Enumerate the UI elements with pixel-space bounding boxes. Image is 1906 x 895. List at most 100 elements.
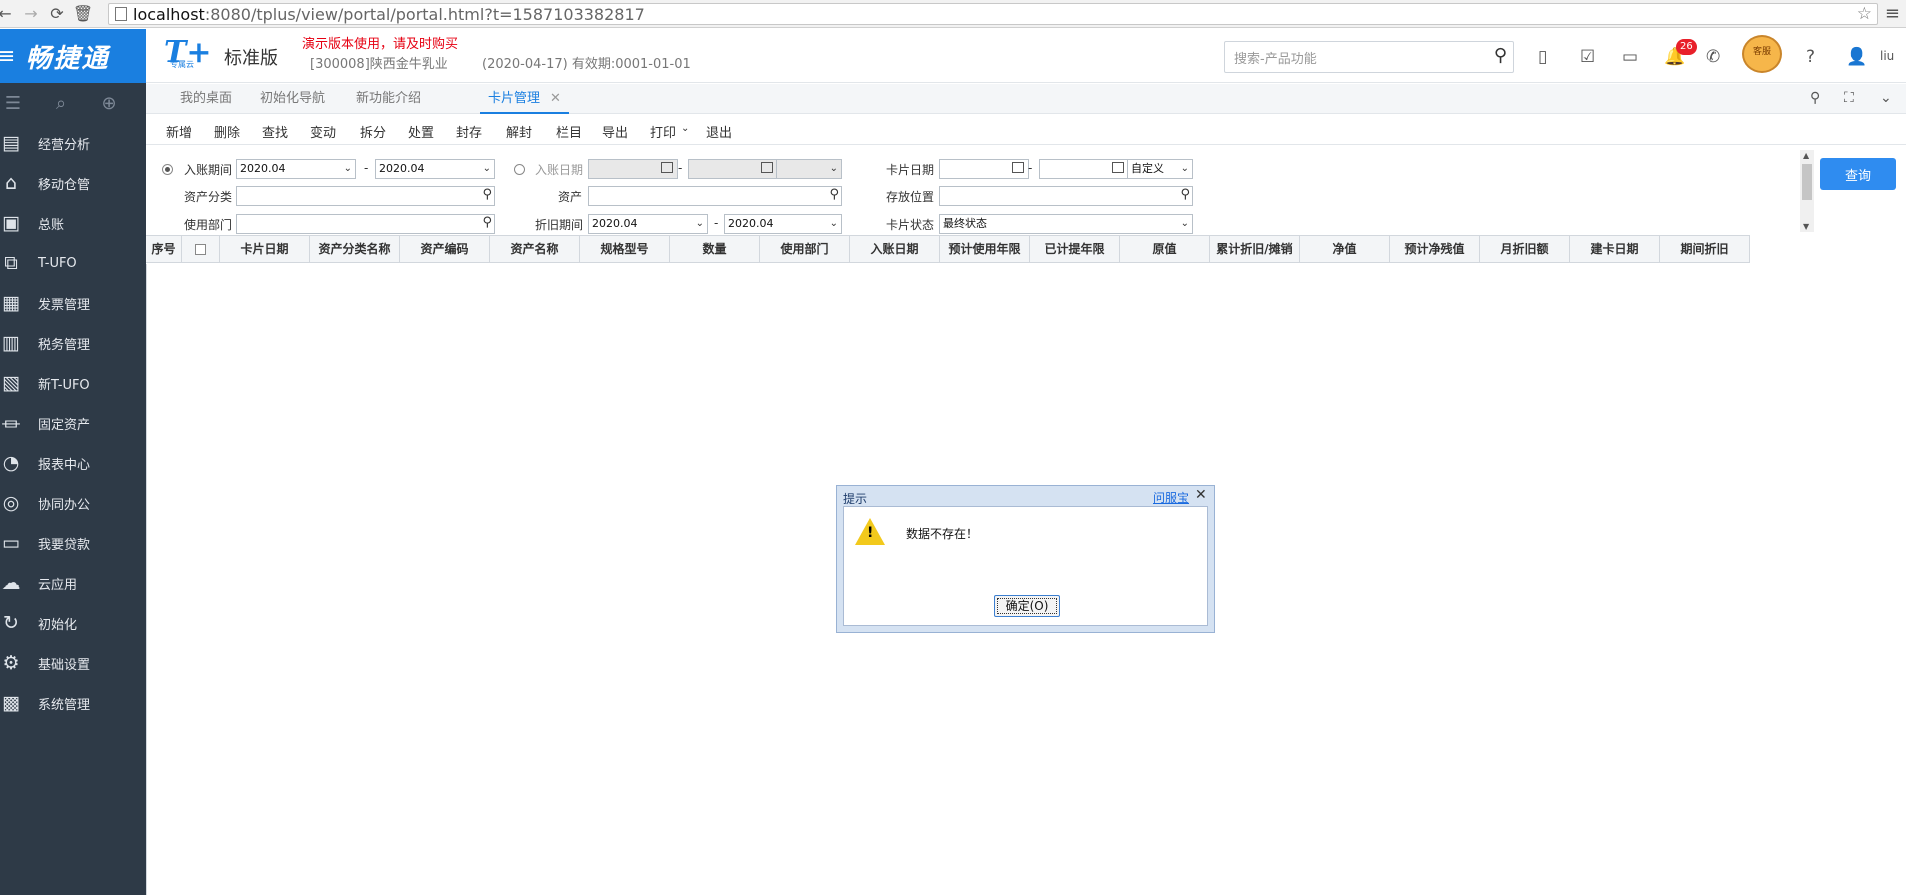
trash-icon[interactable]: 🗑 [70, 0, 96, 28]
calendar-icon[interactable] [1012, 162, 1024, 173]
column-header[interactable]: 已计提年限 [1030, 236, 1120, 262]
hamburger-icon[interactable]: ≡ [0, 44, 15, 69]
toolbar-button[interactable]: 删除 [214, 122, 240, 141]
query-button[interactable]: 查询 [1820, 158, 1896, 190]
close-icon[interactable]: ✕ [1195, 487, 1207, 503]
search-doc-icon[interactable]: ⌕ [48, 93, 74, 114]
ok-button[interactable]: 确定(O) [994, 595, 1060, 617]
sidebar-item[interactable]: ◔ 报表中心 [0, 443, 146, 483]
column-header[interactable]: 累计折旧/摊销 [1210, 236, 1300, 262]
lookup-icon[interactable]: ⚲ [482, 186, 492, 204]
sidebar-item[interactable]: ⏛ 固定资产 [0, 403, 146, 443]
asset-input[interactable]: ⚲ [588, 186, 842, 206]
sidebar-item[interactable]: ▧ 新T-UFO [0, 363, 146, 403]
product-search-input[interactable]: 搜索-产品功能 ⚲ [1224, 41, 1514, 73]
lookup-icon[interactable]: ⚲ [482, 214, 492, 232]
calendar-icon[interactable] [761, 162, 773, 173]
column-header[interactable]: 月折旧额 [1480, 236, 1570, 262]
toolbar-button[interactable]: 栏目 [556, 122, 582, 141]
entry-date-mode-select[interactable]: ⌄ [776, 159, 842, 179]
column-header[interactable]: 规格型号 [580, 236, 670, 262]
customer-service-avatar[interactable]: 客服 [1742, 35, 1782, 73]
sidebar-item[interactable]: ▦ 发票管理 [0, 283, 146, 323]
sidebar-item[interactable]: ⌂ 移动仓管 [0, 163, 146, 203]
browser-menu-icon[interactable]: ≡ [1885, 3, 1900, 24]
reload-icon[interactable]: ⟳ [44, 0, 70, 28]
bookmark-star-icon[interactable]: ☆ [1857, 4, 1872, 24]
add-doc-icon[interactable]: ⊕ [96, 93, 122, 114]
department-input[interactable]: ⚲ [236, 214, 495, 234]
checklist-icon[interactable]: ☑ [1580, 47, 1595, 67]
sidebar-item[interactable]: ⧉ T-UFO [0, 243, 146, 283]
lookup-icon[interactable]: ⚲ [829, 186, 839, 204]
card-date-to-input[interactable] [1039, 159, 1129, 179]
sidebar-item[interactable]: ▤ 经营分析 [0, 123, 146, 163]
sidebar-item[interactable]: ☁ 云应用 [0, 563, 146, 603]
tab-init-nav[interactable]: 初始化导航 [260, 84, 325, 114]
sidebar-item[interactable]: ◎ 协同办公 [0, 483, 146, 523]
user-icon[interactable]: 👤 [1846, 47, 1867, 67]
entry-date-from-input[interactable] [588, 159, 678, 179]
demo-warning[interactable]: 演示版本使用，请及时购买 [302, 33, 458, 52]
select-all-checkbox[interactable] [195, 244, 206, 255]
entry-period-to-select[interactable]: 2020.04 ⌄ [375, 159, 495, 179]
scroll-up-icon[interactable]: ▲ [1803, 151, 1809, 160]
column-header[interactable]: 使用部门 [760, 236, 850, 262]
card-date-mode-select[interactable]: 自定义 ⌄ [1127, 159, 1193, 179]
card-date-from-input[interactable] [939, 159, 1029, 179]
sidebar-item[interactable]: ▣ 总账 [0, 203, 146, 243]
calendar-icon[interactable] [1112, 162, 1124, 173]
entry-date-to-input[interactable] [688, 159, 778, 179]
toolbar-button[interactable]: 新增 [166, 122, 192, 141]
toolbar-button[interactable]: 变动 [310, 122, 336, 141]
column-header[interactable]: 净值 [1300, 236, 1390, 262]
dialog-help-link[interactable]: 问服宝 [1153, 489, 1189, 506]
tab-new-features[interactable]: 新功能介绍 [356, 84, 421, 114]
sidebar-item[interactable]: ▩ 系统管理 [0, 683, 146, 723]
column-header[interactable]: 预计净残值 [1390, 236, 1480, 262]
collapse-icon[interactable]: ⌄ [1880, 90, 1892, 106]
calendar-icon[interactable] [661, 162, 673, 173]
tab-card-management[interactable]: 卡片管理 ✕ [480, 84, 569, 114]
fullscreen-icon[interactable]: ⛶ [1844, 90, 1854, 106]
scroll-thumb[interactable] [1802, 164, 1812, 200]
sidebar-item[interactable]: ⚙ 基础设置 [0, 643, 146, 683]
column-header[interactable]: 建卡日期 [1570, 236, 1660, 262]
column-header[interactable]: 序号 [146, 236, 182, 262]
sidebar-item[interactable]: ↻ 初始化 [0, 603, 146, 643]
scroll-down-icon[interactable]: ▼ [1803, 222, 1809, 231]
back-icon[interactable]: ← [0, 0, 18, 28]
filter-scrollbar[interactable]: ▲ ▼ [1800, 150, 1814, 232]
depreciation-from-select[interactable]: 2020.04 ⌄ [588, 214, 708, 234]
column-header[interactable]: 资产编码 [400, 236, 490, 262]
sidebar-item[interactable]: ▥ 税务管理 [0, 323, 146, 363]
toolbar-button[interactable]: 拆分 [360, 122, 386, 141]
close-tab-icon[interactable]: ✕ [550, 91, 561, 106]
column-header[interactable]: 期间折旧 [1660, 236, 1750, 262]
select-all-checkbox-cell[interactable] [182, 236, 220, 262]
column-header[interactable]: 资产名称 [490, 236, 580, 262]
entry-date-radio[interactable] [514, 164, 525, 175]
list-icon[interactable]: ☰ [0, 93, 26, 114]
phone-icon[interactable]: ✆ [1706, 47, 1720, 67]
monitor-icon[interactable]: ▭ [1622, 47, 1638, 67]
calculator-icon[interactable]: ▯ [1538, 47, 1547, 67]
user-name[interactable]: liu [1880, 49, 1894, 63]
column-header[interactable]: 数量 [670, 236, 760, 262]
tab-search-icon[interactable]: ⚲ [1810, 90, 1820, 106]
card-status-select[interactable]: 最终状态 ⌄ [939, 214, 1193, 234]
address-bar[interactable]: localhost:8080/tplus/view/portal/portal.… [108, 3, 1878, 25]
location-input[interactable]: ⚲ [939, 186, 1193, 206]
entry-period-from-select[interactable]: 2020.04 ⌄ [236, 159, 356, 179]
sidebar-item[interactable]: ▭ 我要贷款 [0, 523, 146, 563]
chevron-down-icon[interactable]: ⌄ [681, 123, 689, 134]
toolbar-button[interactable]: 退出 [706, 122, 732, 141]
toolbar-button[interactable]: 导出 [602, 122, 628, 141]
depreciation-to-select[interactable]: 2020.04 ⌄ [724, 214, 842, 234]
column-header[interactable]: 入账日期 [850, 236, 940, 262]
entry-period-radio[interactable] [162, 164, 173, 175]
column-header[interactable]: 卡片日期 [220, 236, 310, 262]
lookup-icon[interactable]: ⚲ [1180, 186, 1190, 204]
help-icon[interactable]: ? [1806, 47, 1815, 67]
toolbar-button[interactable]: 封存 [456, 122, 482, 141]
